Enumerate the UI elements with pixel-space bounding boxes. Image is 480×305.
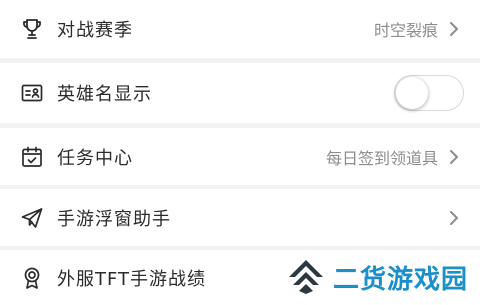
watermark-text: 二货游戏园 (332, 264, 468, 295)
hero-name-toggle[interactable] (394, 75, 464, 111)
medal-icon (20, 266, 44, 290)
row-floating-assistant[interactable]: 手游浮窗助手 (0, 189, 480, 246)
paper-plane-icon (20, 206, 44, 230)
chevron-right-icon (448, 148, 460, 166)
settings-list: 对战赛季 时空裂痕 英雄名显示 任务中心 每日签到领道具 手游浮窗助手 外服TF… (0, 0, 480, 305)
season-value: 时空裂痕 (373, 21, 438, 40)
trophy-icon (20, 17, 44, 41)
watermark: 二货游戏园 (285, 255, 468, 299)
season-label: 对战赛季 (57, 20, 133, 41)
watermark-logo-icon (285, 256, 327, 298)
tft-record-label: 外服TFT手游战绩 (57, 268, 207, 290)
calendar-check-icon (20, 145, 44, 169)
chevron-right-icon (448, 20, 460, 38)
row-task-center[interactable]: 任务中心 每日签到领道具 (0, 128, 480, 185)
row-season[interactable]: 对战赛季 时空裂痕 (0, 0, 480, 58)
id-card-icon (20, 81, 44, 105)
hero-name-label: 英雄名显示 (57, 84, 152, 105)
task-center-label: 任务中心 (57, 147, 133, 169)
row-hero-name-display: 英雄名显示 (0, 63, 480, 123)
chevron-right-icon (448, 209, 460, 227)
toggle-knob (396, 77, 428, 109)
task-center-value: 每日签到领道具 (325, 148, 438, 168)
floating-assistant-label: 手游浮窗助手 (57, 208, 171, 230)
